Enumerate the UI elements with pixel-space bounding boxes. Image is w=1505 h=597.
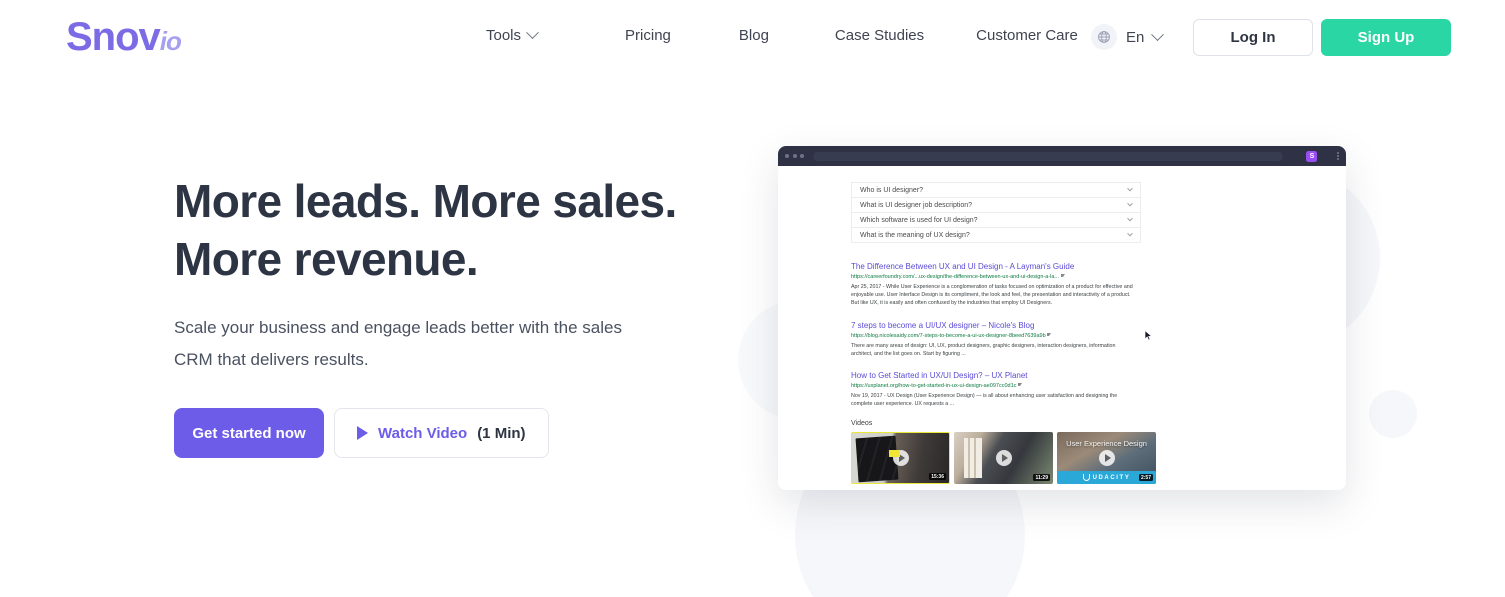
mouse-cursor-icon bbox=[1144, 329, 1153, 341]
search-result: How to Get Started in UX/UI Design? – UX… bbox=[851, 370, 1151, 408]
nav-item-customer-care[interactable]: Customer Care bbox=[976, 27, 1078, 44]
accordion-label: Who is UI designer? bbox=[860, 186, 924, 194]
headline-line-2: More revenue. bbox=[174, 233, 479, 285]
chevron-down-icon bbox=[1151, 27, 1165, 41]
result-title[interactable]: 7 steps to become a UI/UX designer – Nic… bbox=[851, 320, 1151, 331]
nav-item-tools[interactable]: Tools bbox=[486, 26, 539, 44]
site-header: Snovio Tools Pricing Blog Case Studies C… bbox=[0, 0, 1505, 76]
result-url-text: https://careerfoundry.com/...ux-design/t… bbox=[851, 274, 1059, 280]
minimize-dot-icon bbox=[792, 154, 797, 158]
udacity-logo-icon bbox=[1082, 474, 1090, 482]
globe-icon bbox=[1091, 24, 1117, 50]
chevron-down-icon bbox=[1127, 215, 1133, 222]
result-title[interactable]: The Difference Between UX and UI Design … bbox=[851, 261, 1151, 272]
nav-label: Customer Care bbox=[976, 27, 1078, 44]
result-snippet: Nov 19, 2017 - UX Design (User Experienc… bbox=[851, 393, 1118, 408]
watch-video-button[interactable]: Watch Video (1 Min) bbox=[334, 408, 549, 458]
accordion-label: Which software is used for UI design? bbox=[860, 216, 978, 224]
caret-down-icon[interactable] bbox=[1060, 274, 1065, 277]
browser-viewport: Who is UI designer? What is UI designer … bbox=[778, 166, 1346, 490]
accordion-item[interactable]: What is UI designer job description? bbox=[852, 198, 1140, 213]
video-thumbnail[interactable]: 15:36 bbox=[851, 432, 950, 485]
main-navigation: Tools Pricing Blog Case Studies Customer… bbox=[486, 26, 1078, 44]
subtitle-line-1: Scale your business and engage leads bet… bbox=[174, 318, 622, 337]
video-duration: 15:36 bbox=[929, 473, 946, 481]
address-bar[interactable] bbox=[813, 151, 1284, 161]
video-thumbnails: 15:36 11:29 User Experience Design UDACI… bbox=[851, 432, 1346, 485]
get-started-button[interactable]: Get started now bbox=[174, 408, 324, 458]
chevron-down-icon bbox=[1127, 185, 1133, 192]
play-icon[interactable] bbox=[995, 450, 1012, 467]
browser-title-bar: S bbox=[778, 146, 1346, 166]
watch-video-duration: (1 Min) bbox=[477, 424, 526, 442]
result-url-text: https://uxplanet.org/how-to-get-started-… bbox=[851, 383, 1017, 390]
login-button[interactable]: Log In bbox=[1193, 19, 1313, 56]
cta-row: Get started now Watch Video (1 Min) bbox=[174, 408, 774, 458]
nav-item-pricing[interactable]: Pricing bbox=[625, 27, 671, 44]
logo-suffix: io bbox=[159, 26, 182, 56]
caret-down-icon[interactable] bbox=[1017, 383, 1022, 387]
signup-button[interactable]: Sign Up bbox=[1321, 19, 1451, 56]
language-label: En bbox=[1126, 28, 1145, 46]
accordion-item[interactable]: Which software is used for UI design? bbox=[852, 213, 1140, 228]
watch-video-label: Watch Video bbox=[378, 424, 468, 442]
browser-menu-icon[interactable] bbox=[1337, 152, 1339, 160]
search-result: 7 steps to become a UI/UX designer – Nic… bbox=[851, 320, 1153, 358]
result-url: https://careerfoundry.com/...ux-design/t… bbox=[851, 273, 1151, 281]
nav-item-case-studies[interactable]: Case Studies bbox=[835, 27, 924, 44]
maximize-dot-icon bbox=[800, 154, 804, 158]
chevron-down-icon bbox=[1127, 200, 1133, 207]
logo-main: Snov bbox=[66, 15, 161, 59]
window-controls bbox=[785, 154, 804, 158]
nav-label: Case Studies bbox=[834, 27, 925, 44]
decorative-circle bbox=[1369, 390, 1417, 438]
page-title: More leads. More sales. More revenue. bbox=[174, 172, 774, 288]
video-brand-label: UDACITY bbox=[1092, 474, 1131, 481]
video-thumbnail[interactable]: User Experience Design UDACITY 2:57 bbox=[1057, 432, 1156, 485]
chevron-down-icon bbox=[1127, 230, 1133, 237]
hero-section: More leads. More sales. More revenue. Sc… bbox=[174, 172, 774, 458]
result-url-text: https://blog.nicolesaidy.com/7-steps-to-… bbox=[851, 332, 1046, 339]
thumbnail-accent bbox=[889, 450, 900, 458]
browser-mockup: S Who is UI designer? What is UI designe… bbox=[778, 146, 1346, 490]
nav-item-blog[interactable]: Blog bbox=[739, 27, 769, 44]
headline-line-1: More leads. More sales. bbox=[174, 175, 677, 227]
language-selector[interactable]: En bbox=[1091, 24, 1165, 50]
result-snippet: There are many areas of design: UI, UX, … bbox=[851, 342, 1116, 357]
caret-down-icon[interactable] bbox=[1047, 332, 1052, 336]
landing-page: Snovio Tools Pricing Blog Case Studies C… bbox=[0, 0, 1505, 597]
nav-label: Tools bbox=[486, 27, 522, 44]
close-dot-icon bbox=[785, 154, 789, 158]
chevron-down-icon bbox=[526, 26, 539, 40]
subtitle-line-2: CRM that delivers results. bbox=[174, 350, 369, 369]
result-url: https://blog.nicolesaidy.com/7-steps-to-… bbox=[851, 329, 1153, 341]
faq-accordion: Who is UI designer? What is UI designer … bbox=[851, 182, 1141, 243]
nav-label: Pricing bbox=[625, 27, 671, 44]
search-result: The Difference Between UX and UI Design … bbox=[851, 261, 1151, 308]
hero-subtitle: Scale your business and engage leads bet… bbox=[174, 312, 734, 376]
video-duration: 11:29 bbox=[1033, 474, 1050, 482]
play-icon[interactable] bbox=[1098, 450, 1115, 467]
result-url: https://uxplanet.org/how-to-get-started-… bbox=[851, 382, 1151, 390]
nav-label: Blog bbox=[738, 27, 769, 44]
result-snippet: Apr 25, 2017 - While User Experience is … bbox=[851, 284, 1133, 307]
play-icon bbox=[357, 426, 368, 440]
search-results: The Difference Between UX and UI Design … bbox=[851, 261, 1153, 408]
accordion-item[interactable]: What is the meaning of UX design? bbox=[852, 228, 1140, 243]
snovio-extension-icon[interactable]: S bbox=[1306, 150, 1318, 162]
videos-section-label: Videos bbox=[851, 420, 873, 428]
logo[interactable]: Snovio bbox=[66, 15, 182, 59]
accordion-item[interactable]: Who is UI designer? bbox=[852, 183, 1140, 198]
video-thumbnail[interactable]: 11:29 bbox=[954, 432, 1053, 485]
result-title[interactable]: How to Get Started in UX/UI Design? – UX… bbox=[851, 370, 1151, 381]
video-caption: User Experience Design bbox=[1066, 439, 1147, 449]
accordion-label: What is UI designer job description? bbox=[860, 201, 973, 209]
accordion-label: What is the meaning of UX design? bbox=[860, 231, 970, 239]
video-duration: 2:57 bbox=[1138, 474, 1153, 482]
